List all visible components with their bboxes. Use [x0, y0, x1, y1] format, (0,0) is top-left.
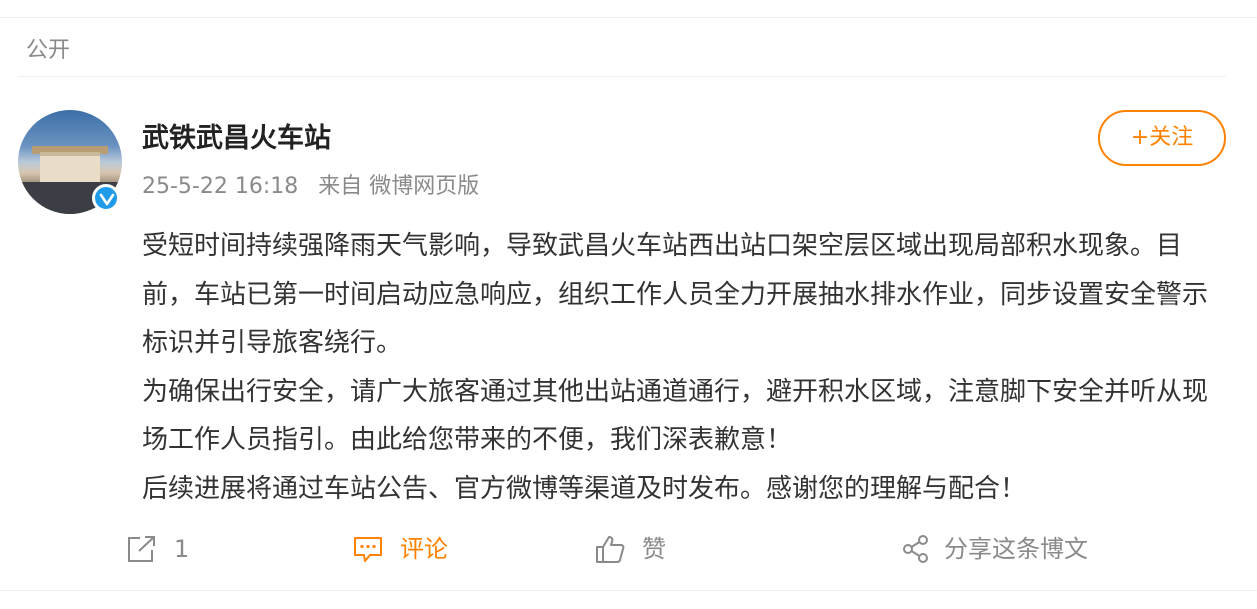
like-icon	[594, 533, 626, 565]
comment-icon	[352, 534, 384, 564]
author-name[interactable]: 武铁武昌火车站	[142, 120, 331, 158]
repost-count: 1	[174, 535, 190, 563]
visibility-label: 公开	[26, 38, 71, 63]
share-button[interactable]: 分享这条博文	[902, 528, 1088, 570]
post-paragraph: 为确保出行安全，请广大旅客通过其他出站通道通行，避开积水区域，注意脚下安全并听从…	[142, 376, 1209, 456]
post-paragraph: 后续进展将通过车站公告、官方微博等渠道及时发布。感谢您的理解与配合！	[142, 473, 1027, 504]
header-divider	[18, 76, 1226, 77]
like-label: 赞	[642, 535, 666, 563]
like-button[interactable]: 赞	[594, 528, 666, 570]
verified-icon	[92, 184, 120, 212]
repost-icon	[126, 534, 158, 564]
post-meta: 25-5-22 16:18 来自 微博网页版	[142, 170, 479, 204]
post-source: 来自 微博网页版	[318, 174, 480, 199]
share-label: 分享这条博文	[944, 535, 1088, 563]
action-bar: 1 评论 赞 分享这条博文	[0, 528, 1257, 570]
post-paragraph: 受短时间持续强降雨天气影响，导致武昌火车站西出站口架空层区域出现局部积水现象。目…	[142, 231, 1209, 358]
post-time[interactable]: 25-5-22 16:18	[142, 174, 298, 199]
post-content: 受短时间持续强降雨天气影响，导致武昌火车站西出站口架空层区域出现局部积水现象。目…	[142, 222, 1228, 513]
follow-button[interactable]: +关注	[1098, 110, 1226, 166]
top-divider	[0, 17, 1257, 18]
avatar-station-building	[40, 152, 100, 182]
weibo-post-card: 公开 武铁武昌火车站 25-5-22 16:18 来自 微博网页版 +关注 受短时…	[0, 0, 1257, 609]
share-icon	[902, 534, 930, 564]
repost-button[interactable]: 1	[126, 528, 189, 570]
comment-label: 评论	[400, 535, 448, 563]
comment-button[interactable]: 评论	[352, 528, 448, 570]
bottom-divider	[0, 590, 1257, 591]
